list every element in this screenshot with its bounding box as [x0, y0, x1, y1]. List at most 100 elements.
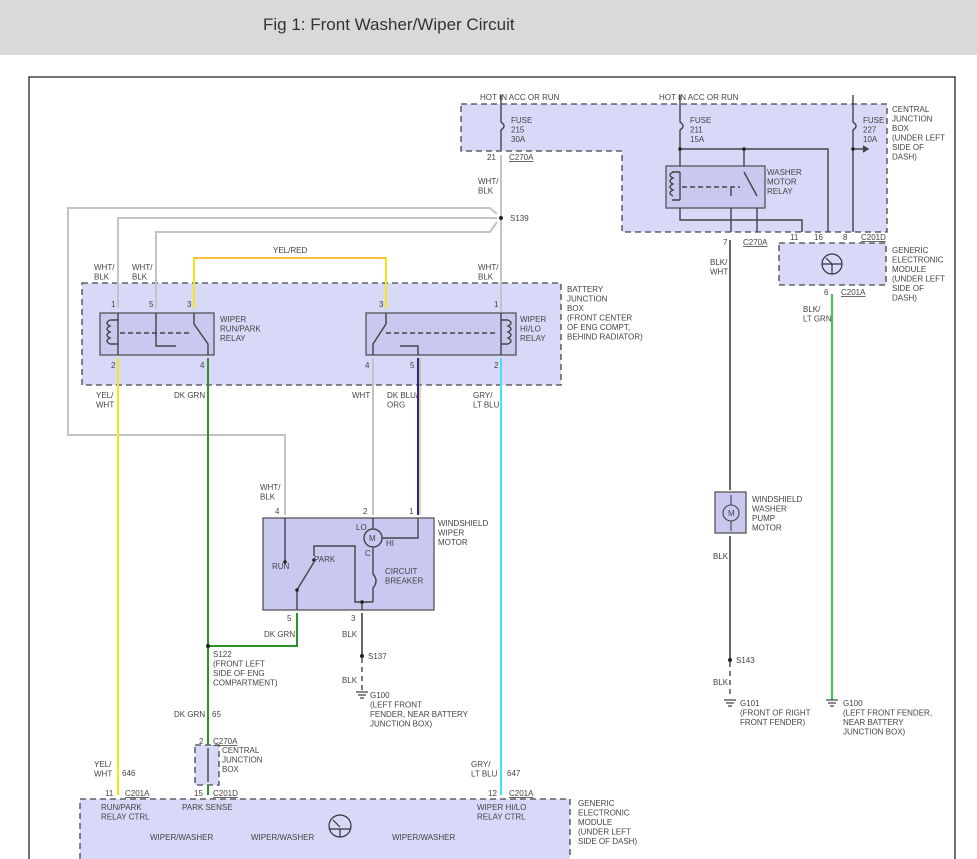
wire-label: BLK — [713, 552, 729, 561]
pin: 7 — [723, 238, 728, 247]
label-line: SIDE OF ENG — [213, 669, 265, 678]
wiper-motor-label: WINDSHIELD WIPER MOTOR — [438, 519, 488, 547]
wiper-hilo-relay — [365, 312, 517, 356]
pin: 11 — [105, 789, 114, 798]
pump-m-label: M — [728, 509, 735, 518]
label-line: (UNDER LEFT — [892, 134, 945, 143]
label-line: RELAY — [220, 334, 246, 343]
central-junction-box-small — [194, 744, 220, 786]
label-line: LT GRN — [803, 315, 832, 324]
label-line: GRY/ — [473, 391, 493, 400]
g101-label: G101 (FRONT OF RIGHT FRONT FENDER) — [740, 699, 811, 727]
label-line: ELECTRONIC — [892, 256, 944, 265]
label-line: WHT — [96, 401, 114, 410]
label-line: OF ENG COMPT, — [567, 323, 630, 332]
pin: 16 — [814, 233, 823, 242]
pin: 2 — [111, 361, 116, 370]
lo-label: LO — [356, 523, 367, 532]
label-line: FUSE — [511, 116, 532, 125]
wire-label: WHT/BLK — [260, 483, 281, 502]
label-line: MOTOR — [767, 178, 797, 187]
pin: 5 — [287, 614, 292, 623]
label-line: PUMP — [752, 514, 775, 523]
pin: 2 — [199, 737, 204, 746]
hot-label-2: HOT IN ACC OR RUN — [659, 93, 739, 102]
c270a-connector-2: C270A — [213, 737, 238, 746]
g100-label-b: G100 (LEFT FRONT FENDER, NEAR BATTERY JUNCT… — [843, 699, 932, 737]
washer-pump-label: WINDSHIELD WASHER PUMP MOTOR — [752, 495, 802, 533]
s122-label: S122 (FRONT LEFT SIDE OF ENG COMPARTMENT) — [213, 650, 278, 688]
label-line: BLK — [260, 493, 276, 502]
label-line: DASH) — [892, 294, 917, 303]
pin: 1 — [111, 300, 116, 309]
label-line: WIPER — [438, 529, 464, 538]
wire-label: DK GRN — [174, 710, 205, 719]
hi-label: HI — [386, 539, 394, 548]
run-label: RUN — [272, 562, 290, 571]
label-line: JUNCTION — [567, 295, 608, 304]
pin: 4 — [200, 361, 205, 370]
label-line: 211 — [690, 126, 703, 135]
label-line: RUN/PARK — [220, 325, 261, 334]
hot-label-1: HOT IN ACC OR RUN — [480, 93, 560, 102]
label-line: WIPER HI/LO — [477, 803, 526, 812]
label-line: YEL/ — [96, 391, 114, 400]
label-line: FENDER, NEAR BATTERY — [370, 710, 469, 719]
label-line: FUSE — [863, 116, 884, 125]
c201a-connector-6: C201A — [841, 288, 866, 297]
pin: 21 — [487, 153, 496, 162]
label-line: WASHER — [752, 505, 787, 514]
label-line: FRONT FENDER) — [740, 718, 806, 727]
label-line: SIDE OF — [892, 284, 924, 293]
s137-label: S137 — [368, 652, 387, 661]
label-line: 30A — [511, 135, 526, 144]
label-line: G101 — [740, 699, 760, 708]
label-line: WHT/ — [132, 263, 153, 272]
ground-icons — [356, 691, 838, 707]
pin: 2 — [363, 507, 368, 516]
label-line: SIDE OF — [892, 143, 924, 152]
wire-label: YEL/WHT — [94, 760, 112, 779]
label-line: BLK — [94, 273, 110, 282]
wire-label: DK GRN — [174, 391, 205, 400]
wire-label: BLK — [342, 630, 358, 639]
label-line: WASHER — [767, 168, 802, 177]
c201a-connector-12: C201A — [509, 789, 534, 798]
s139-label: S139 — [510, 214, 529, 223]
c270a-connector: C270A — [509, 153, 534, 162]
pin: 11 — [790, 233, 799, 242]
label-line: BOX — [892, 124, 910, 133]
label-line: FUSE — [690, 116, 711, 125]
label-line: (FRONT LEFT — [213, 660, 265, 669]
label-line: RELAY — [520, 334, 546, 343]
label-line: LT BLU — [473, 401, 500, 410]
label-line: CENTRAL — [892, 105, 930, 114]
pin: 5 — [149, 300, 154, 309]
c-label: C — [365, 549, 371, 558]
label-line: RELAY CTRL — [101, 813, 150, 822]
gem-input-park-sense: PARK SENSE — [182, 803, 233, 812]
label-line: NEAR BATTERY — [843, 718, 904, 727]
label-line: BREAKER — [385, 577, 423, 586]
label-line: RUN/PARK — [101, 803, 142, 812]
gem-input-wiper-washer-2: WIPER/WASHER — [251, 833, 314, 842]
label-line: MODULE — [892, 265, 926, 274]
gem-input-hilo: WIPER HI/LO RELAY CTRL — [477, 803, 526, 822]
label-line: BEHIND RADIATOR) — [567, 333, 643, 342]
wire-label: BLK — [342, 676, 358, 685]
label-line: (UNDER LEFT — [578, 828, 631, 837]
cjb-label: CENTRAL JUNCTION BOX (UNDER LEFT SIDE OF DASH… — [892, 105, 945, 162]
circuit-number: 647 — [507, 769, 521, 778]
label-line: JUNCTION BOX) — [370, 720, 433, 729]
c201d-connector-15: C201D — [213, 789, 238, 798]
wire-label: WHT — [352, 391, 370, 400]
circuit-number: 646 — [122, 769, 136, 778]
label-line: LT BLU — [471, 770, 498, 779]
label-line: 10A — [863, 135, 878, 144]
label-line: BLK/ — [710, 258, 728, 267]
park-label: PARK — [314, 555, 336, 564]
label-line: GENERIC — [578, 799, 615, 808]
label-line: WINDSHIELD — [438, 519, 488, 528]
label-line: JUNCTION — [892, 115, 933, 124]
label-line: BOX — [567, 304, 585, 313]
